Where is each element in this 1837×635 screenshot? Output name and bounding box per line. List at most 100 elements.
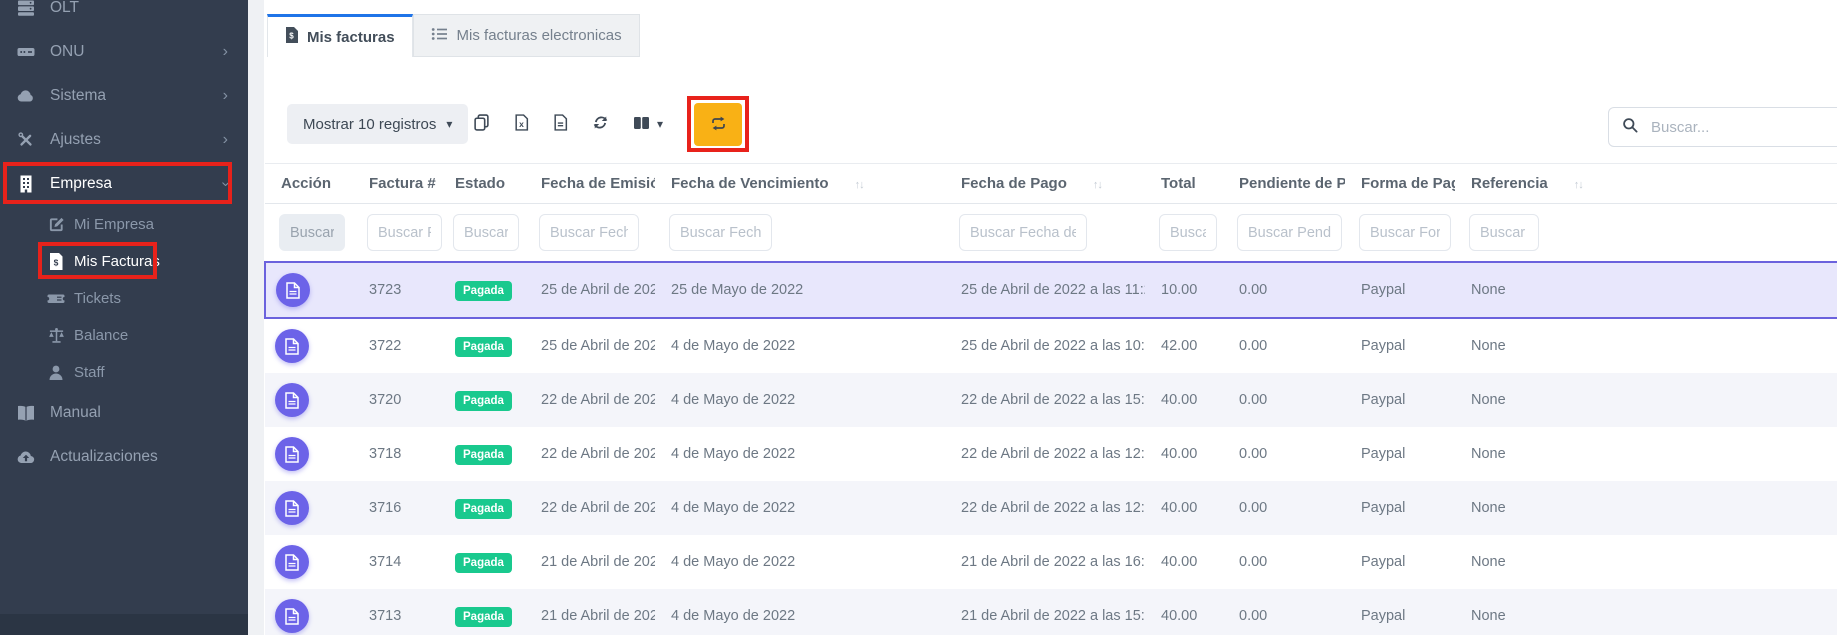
invoice-pdf-button[interactable]	[276, 273, 310, 307]
file-export-button[interactable]	[546, 110, 575, 138]
header-row: Acción↑↓Factura #↑↓Estado↑↓Fecha de Emis…	[265, 164, 1837, 204]
cell-emision: 22 de Abril de 2022	[525, 373, 655, 427]
column-header-pendiente-de-pago[interactable]: Pendiente de Pago↑↓	[1223, 164, 1345, 204]
show-entries-dropdown[interactable]: Mostrar 10 registros ▾	[287, 104, 468, 144]
column-header-factura[interactable]: Factura #↑↓	[353, 164, 439, 204]
filter-cell	[1345, 204, 1455, 263]
repeat-button[interactable]	[694, 103, 742, 146]
filter-input-fecha-de-pago[interactable]	[959, 214, 1087, 251]
tab-label: Mis facturas electronicas	[457, 27, 622, 44]
columns-visibility-button[interactable]: ▾	[626, 111, 670, 138]
table-row[interactable]: 3713Pagada21 de Abril de 20224 de Mayo d…	[265, 589, 1837, 635]
sidebar-item-balance[interactable]: Balance	[0, 317, 248, 354]
cell-factura: 3722	[353, 318, 439, 373]
list-tab-icon	[431, 26, 448, 46]
cell-accion	[265, 318, 353, 373]
status-badge: Pagada	[455, 499, 512, 519]
column-header-estado[interactable]: Estado↑↓	[439, 164, 525, 204]
repeat-icon	[709, 115, 728, 135]
filter-input-referencia[interactable]	[1469, 214, 1539, 251]
sort-icon[interactable]: ↑↓	[1574, 179, 1583, 191]
sidebar-item-onu[interactable]: ONU›	[0, 30, 248, 74]
cell-forma: Paypal	[1345, 318, 1455, 373]
invoice-pdf-button[interactable]	[275, 383, 309, 417]
cell-pago: 22 de Abril de 2022 a las 12:10	[945, 481, 1145, 535]
column-header-label: Estado	[455, 175, 505, 192]
sidebar-item-manual[interactable]: Manual	[0, 391, 248, 435]
filter-input-fecha-de-emision[interactable]	[539, 214, 639, 251]
cell-pendiente: 0.00	[1223, 589, 1345, 635]
cloud-icon	[14, 86, 38, 106]
table-row[interactable]: 3714Pagada21 de Abril de 20224 de Mayo d…	[265, 535, 1837, 589]
sort-icon[interactable]: ↑↓	[1222, 179, 1223, 191]
column-header-total[interactable]: Total ↑↓	[1145, 164, 1223, 204]
copy-button[interactable]	[466, 110, 497, 138]
sidebar-item-actualizaciones[interactable]: Actualizaciones	[0, 435, 248, 479]
cell-total: 40.00	[1145, 535, 1223, 589]
filter-cell	[265, 204, 353, 263]
invoice-pdf-button[interactable]	[275, 329, 309, 363]
search-input[interactable]	[1649, 118, 1837, 137]
excel-export-button[interactable]: x	[507, 110, 536, 138]
cell-total: 42.00	[1145, 318, 1223, 373]
sidebar-item-mi-empresa[interactable]: Mi Empresa	[0, 206, 248, 243]
show-entries-label: Mostrar 10 registros	[303, 116, 436, 133]
sidebar-item-label: Mis Facturas	[74, 253, 160, 270]
column-header-accion[interactable]: Acción↑↓	[265, 164, 353, 204]
sort-icon[interactable]: ↑↓	[855, 179, 864, 191]
filter-input-total[interactable]	[1159, 214, 1217, 251]
sidebar-item-label: Mi Empresa	[74, 216, 154, 233]
filter-input-estado[interactable]	[453, 214, 519, 251]
table-row[interactable]: 3718Pagada22 de Abril de 20224 de Mayo d…	[265, 427, 1837, 481]
table-row[interactable]: 3716Pagada22 de Abril de 20224 de Mayo d…	[265, 481, 1837, 535]
sidebar-item-mis-facturas[interactable]: $ Mis Facturas	[0, 243, 248, 280]
sidebar-item-empresa[interactable]: Empresa›	[0, 162, 248, 206]
sidebar-item-sistema[interactable]: Sistema›	[0, 74, 248, 118]
sidebar-item-label: Ajustes	[50, 131, 101, 149]
invoice-pdf-button[interactable]	[275, 545, 309, 579]
column-header-fecha-de-pago[interactable]: Fecha de Pago↑↓	[945, 164, 1145, 204]
column-header-fecha-de-vencimiento[interactable]: Fecha de Vencimiento ↑↓	[655, 164, 945, 204]
column-header-fecha-de-emision[interactable]: Fecha de Emisión↑↓	[525, 164, 655, 204]
column-header-referencia[interactable]: Referencia↑↓	[1455, 164, 1837, 204]
cell-vencimiento: 4 de Mayo de 2022	[655, 427, 945, 481]
sidebar-item-tickets[interactable]: Tickets	[0, 280, 248, 317]
cell-emision: 21 de Abril de 2022	[525, 589, 655, 635]
sidebar-item-label: OLT	[50, 0, 79, 17]
cell-pago: 21 de Abril de 2022 a las 15:53	[945, 589, 1145, 635]
invoice-pdf-button[interactable]	[275, 599, 309, 633]
filter-input-forma-de-pago[interactable]	[1359, 214, 1451, 251]
sidebar-item-staff[interactable]: Staff	[0, 354, 248, 391]
user-icon	[46, 364, 66, 381]
status-badge: Pagada	[455, 337, 512, 357]
filter-input-fecha-de-vencimiento[interactable]	[669, 214, 772, 251]
sidebar-item-ajustes[interactable]: Ajustes›	[0, 118, 248, 162]
column-header-label: Fecha de Vencimiento	[671, 175, 829, 192]
filter-cell	[1223, 204, 1345, 263]
status-badge: Pagada	[455, 553, 512, 573]
book-icon	[14, 404, 38, 422]
column-header-label: Factura #	[369, 175, 436, 192]
filter-cell	[525, 204, 655, 263]
table-row[interactable]: 3720Pagada22 de Abril de 20224 de Mayo d…	[265, 373, 1837, 427]
tab-mis-facturas[interactable]: $ Mis facturas	[267, 14, 413, 57]
edit-icon	[46, 216, 66, 233]
invoice-pdf-button[interactable]	[275, 491, 309, 525]
sidebar-item-label: Tickets	[74, 290, 121, 307]
tab-mis-facturas-electronicas[interactable]: Mis facturas electronicas	[413, 14, 640, 57]
column-header-label: Total	[1161, 175, 1196, 192]
filter-input-pendiente-de-pago[interactable]	[1237, 214, 1342, 251]
refresh-button[interactable]	[585, 110, 616, 138]
cell-pendiente: 0.00	[1223, 427, 1345, 481]
invoice-icon: $	[46, 253, 66, 270]
filter-input-factura[interactable]	[367, 214, 442, 251]
cell-estado: Pagada	[439, 481, 525, 535]
table-row[interactable]: 3723Pagada25 de Abril de 202225 de Mayo …	[265, 262, 1837, 318]
table-row[interactable]: 3722Pagada25 de Abril de 20224 de Mayo d…	[265, 318, 1837, 373]
sort-icon[interactable]: ↑↓	[1093, 179, 1102, 191]
sidebar-item-olt[interactable]: OLT	[0, 0, 248, 30]
column-header-forma-de-pago[interactable]: Forma de Pago↑↓	[1345, 164, 1455, 204]
filter-cell	[353, 204, 439, 263]
invoice-pdf-button[interactable]	[275, 437, 309, 471]
tab-label: Mis facturas	[307, 29, 395, 46]
